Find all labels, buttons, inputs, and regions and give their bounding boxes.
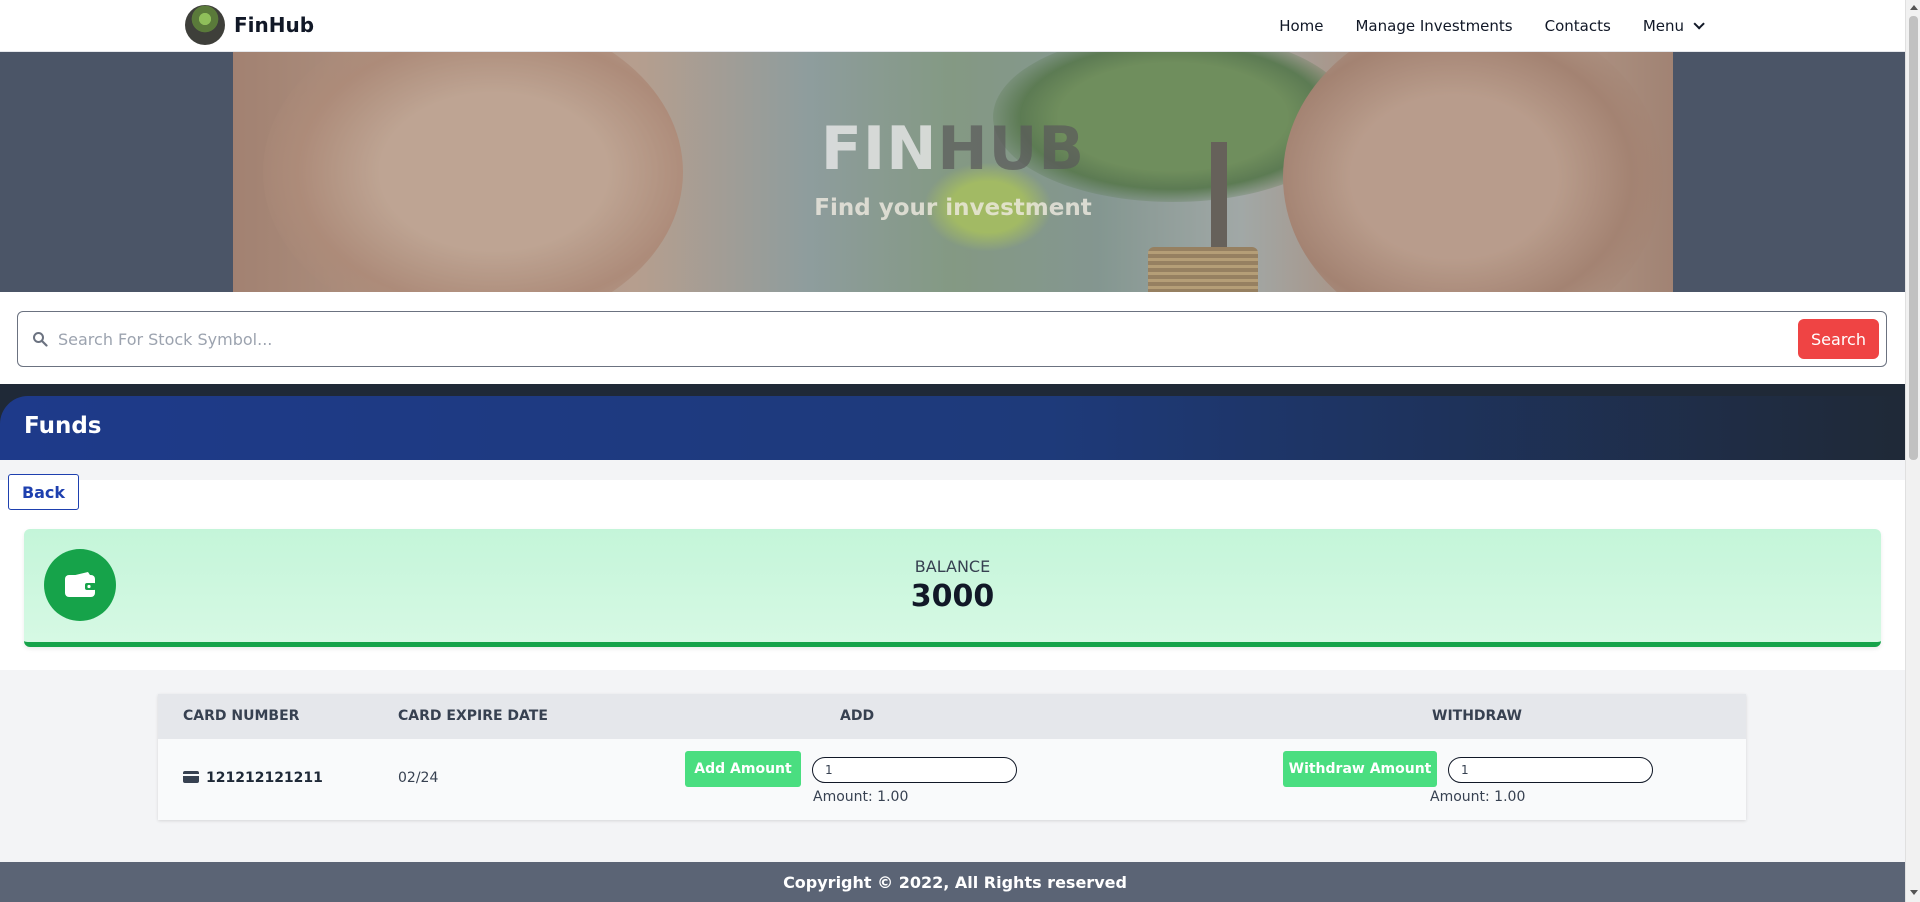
back-button[interactable]: Back: [8, 474, 79, 510]
nav-links: Home Manage Investments Contacts Menu: [1279, 0, 1705, 52]
hero-subtitle: Find your investment: [814, 195, 1092, 221]
add-amount-note: Amount: 1.00: [813, 789, 909, 805]
card-number-cell: 121212121211: [206, 770, 323, 786]
search-input[interactable]: [58, 320, 1778, 358]
nav-menu-dropdown[interactable]: Menu: [1642, 17, 1705, 35]
scroll-up-arrow-icon[interactable]: [1910, 5, 1918, 10]
withdraw-amount-button[interactable]: Withdraw Amount: [1283, 751, 1437, 787]
header-expire-date: CARD EXPIRE DATE: [398, 708, 548, 724]
add-amount-input[interactable]: [812, 757, 1017, 783]
top-navbar: FinHub Home Manage Investments Contacts …: [0, 0, 1905, 52]
header-withdraw: WITHDRAW: [1432, 708, 1522, 724]
withdraw-amount-note: Amount: 1.00: [1430, 789, 1526, 805]
expire-date-cell: 02/24: [398, 770, 439, 786]
balance-label: BALANCE: [914, 557, 991, 576]
table-header: CARD NUMBER CARD EXPIRE DATE ADD WITHDRA…: [158, 694, 1746, 739]
brand[interactable]: FinHub: [185, 5, 314, 45]
balance-card: BALANCE 3000: [24, 529, 1881, 647]
nav-link-manage-investments[interactable]: Manage Investments: [1355, 17, 1512, 35]
balance-value: 3000: [910, 579, 995, 614]
funds-header: Funds: [0, 396, 1905, 460]
add-amount-button[interactable]: Add Amount: [685, 751, 801, 787]
brand-logo: [185, 5, 225, 45]
nav-link-home[interactable]: Home: [1279, 17, 1323, 35]
chevron-down-icon: [1693, 18, 1705, 30]
page-title: Funds: [24, 413, 102, 439]
menu-label: Menu: [1642, 17, 1684, 35]
scroll-down-arrow-icon[interactable]: [1910, 890, 1918, 895]
search-icon: [33, 332, 48, 347]
header-add: ADD: [840, 708, 875, 724]
search-section: Search: [0, 292, 1905, 384]
footer-copyright: Copyright © 2022, All Rights reserved: [783, 873, 1127, 892]
brand-name: FinHub: [234, 13, 315, 37]
page-scrollbar[interactable]: [1905, 0, 1920, 902]
hero-title-hub: HUB: [937, 114, 1086, 184]
header-card-number: CARD NUMBER: [183, 708, 300, 724]
scroll-thumb[interactable]: [1909, 16, 1918, 460]
search-box: Search: [17, 311, 1887, 367]
nav-link-contacts[interactable]: Contacts: [1545, 17, 1611, 35]
search-button[interactable]: Search: [1798, 319, 1879, 359]
hero-banner: FINHUB Find your investment: [0, 52, 1905, 292]
withdraw-amount-input[interactable]: [1448, 757, 1653, 783]
hero-title-fin: FIN: [820, 114, 938, 184]
cards-table: CARD NUMBER CARD EXPIRE DATE ADD WITHDRA…: [158, 694, 1746, 820]
hero-image: FINHUB Find your investment: [233, 52, 1673, 292]
footer: Copyright © 2022, All Rights reserved: [0, 862, 1905, 902]
credit-card-icon: [183, 771, 199, 783]
hero-title: FINHUB: [233, 114, 1673, 184]
